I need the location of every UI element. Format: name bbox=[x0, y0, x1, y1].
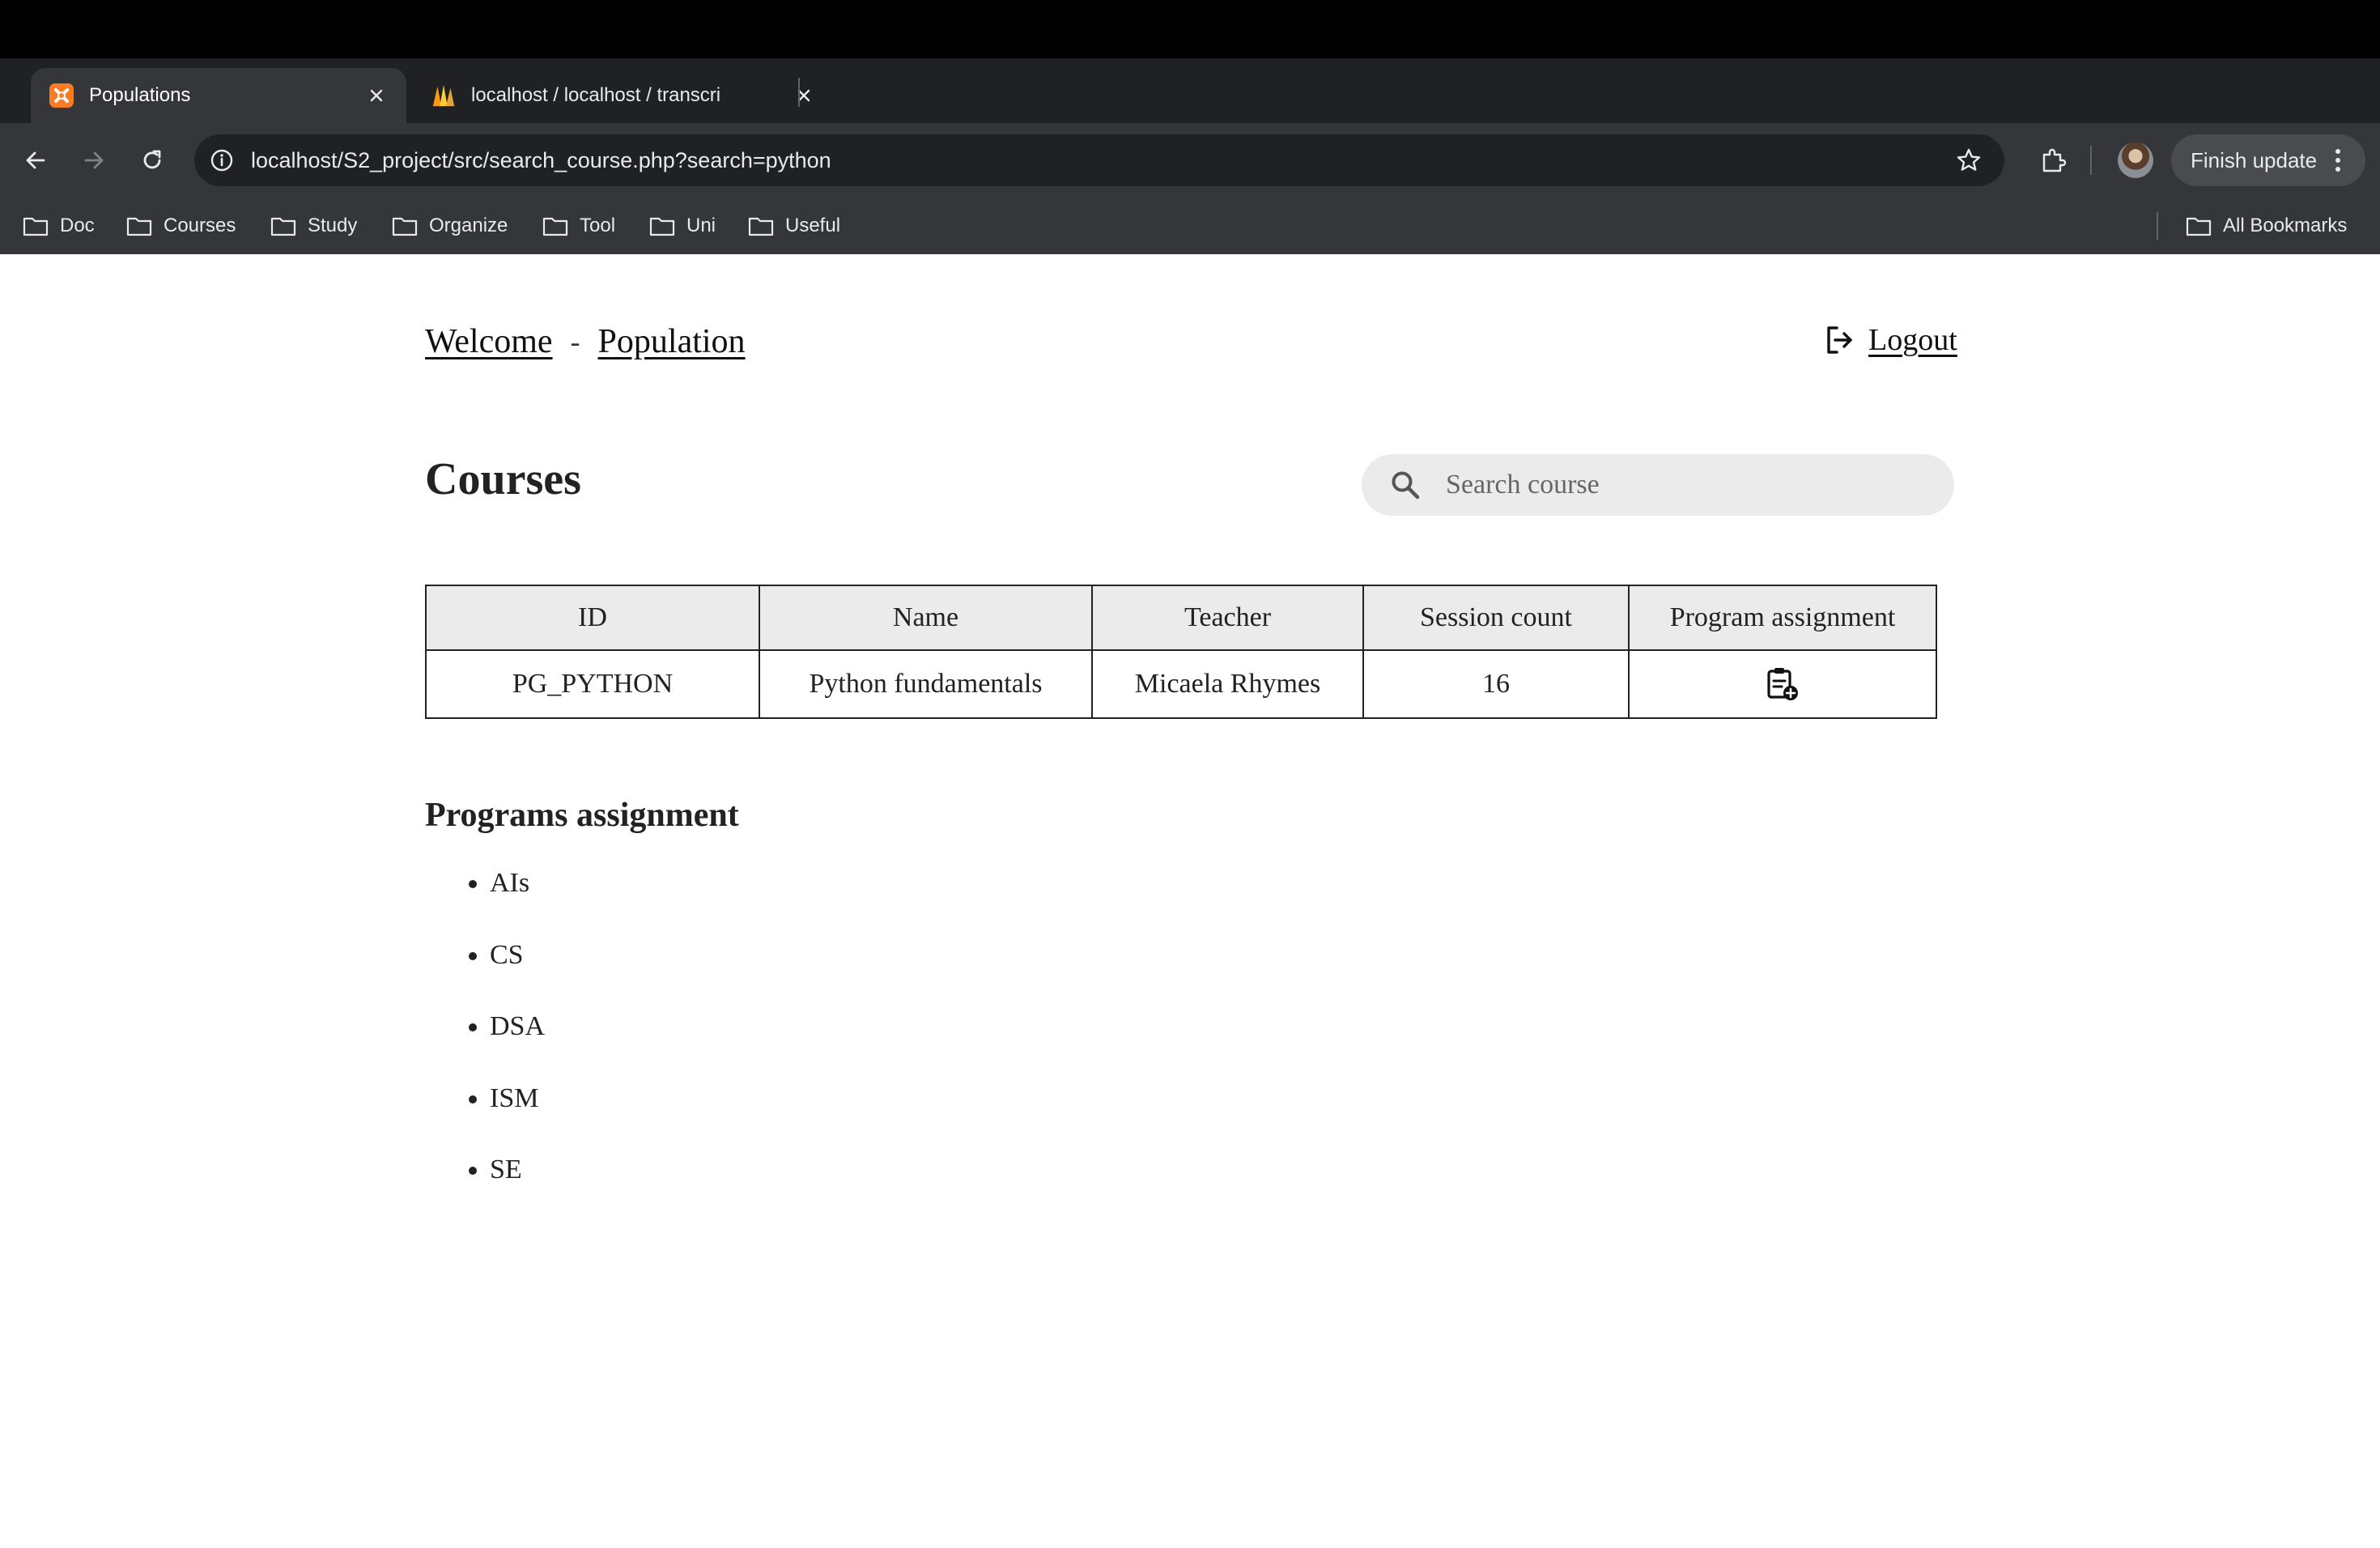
more-menu-icon bbox=[2325, 147, 2351, 173]
bookmarks-bar: Doc Courses Study Organize Tool Uni Usef… bbox=[0, 198, 2380, 254]
bookmark-folder-doc[interactable]: Doc bbox=[23, 198, 95, 254]
all-bookmarks-button[interactable]: All Bookmarks bbox=[2186, 198, 2347, 254]
bookmark-folder-useful[interactable]: Useful bbox=[748, 198, 840, 254]
cell-program-assignment bbox=[1628, 649, 1937, 719]
column-header-name: Name bbox=[759, 585, 1093, 651]
bookmark-label: Tool bbox=[580, 215, 616, 236]
bookmark-label: Useful bbox=[785, 215, 841, 236]
bookmark-label: Doc bbox=[60, 215, 95, 236]
folder-icon bbox=[392, 215, 418, 237]
population-link[interactable]: Population bbox=[598, 322, 746, 361]
xampp-icon bbox=[49, 83, 74, 108]
table-header-row: ID Name Teacher Session count Program as… bbox=[425, 585, 1937, 651]
address-bar[interactable]: localhost/S2_project/src/search_course.p… bbox=[194, 134, 2004, 186]
bookmark-folder-organize[interactable]: Organize bbox=[392, 198, 508, 254]
bookmark-label: Organize bbox=[429, 215, 508, 236]
browser-toolbar: localhost/S2_project/src/search_course.p… bbox=[0, 123, 2380, 198]
extensions-puzzle-icon[interactable] bbox=[2034, 141, 2072, 180]
course-search-box[interactable] bbox=[1362, 454, 1954, 516]
bookmark-folder-courses[interactable]: Courses bbox=[126, 198, 236, 254]
reload-button[interactable] bbox=[133, 141, 172, 180]
window-top-bar bbox=[0, 0, 2380, 58]
tab-populations[interactable]: Populations bbox=[31, 68, 406, 123]
cell-teacher: Micaela Rhymes bbox=[1091, 649, 1364, 719]
logout-control[interactable]: Logout bbox=[1823, 322, 1957, 358]
forward-button[interactable] bbox=[74, 141, 113, 180]
bookmark-star-icon[interactable] bbox=[1954, 146, 1983, 175]
folder-icon bbox=[270, 215, 296, 237]
bookmarks-divider bbox=[2157, 212, 2158, 240]
folder-icon bbox=[2186, 215, 2212, 237]
welcome-link[interactable]: Welcome bbox=[425, 322, 553, 361]
search-course-input[interactable] bbox=[1444, 469, 1901, 501]
column-header-program-assignment: Program assignment bbox=[1628, 585, 1937, 651]
cell-course-id: PG_PYTHON bbox=[425, 649, 760, 719]
page-content: Welcome - Population Logout Courses ID N… bbox=[0, 254, 2380, 1548]
bookmark-folder-uni[interactable]: Uni bbox=[649, 198, 716, 254]
cell-course-name: Python fundamentals bbox=[759, 649, 1093, 719]
logout-link[interactable]: Logout bbox=[1868, 322, 1957, 358]
folder-icon bbox=[542, 215, 568, 237]
back-button[interactable] bbox=[16, 141, 55, 180]
tab-close-icon[interactable] bbox=[792, 83, 816, 108]
logout-icon[interactable] bbox=[1823, 322, 1859, 358]
bookmark-label: Uni bbox=[686, 215, 716, 236]
tab-divider bbox=[798, 78, 800, 107]
phpmyadmin-icon bbox=[431, 83, 457, 108]
all-bookmarks-label: All Bookmarks bbox=[2223, 215, 2348, 236]
folder-icon bbox=[126, 215, 152, 237]
list-item: ISM bbox=[490, 1084, 545, 1157]
page-title: Courses bbox=[425, 454, 581, 504]
search-icon bbox=[1388, 467, 1423, 503]
tab-title: localhost / localhost / transcri bbox=[471, 84, 721, 106]
programs-list: AIs CS DSA ISM SE bbox=[425, 870, 545, 1228]
tab-title: Populations bbox=[89, 84, 191, 106]
folder-icon bbox=[649, 215, 675, 237]
top-nav: Welcome - Population bbox=[425, 322, 746, 361]
list-item: CS bbox=[490, 941, 545, 1014]
nav-separator: - bbox=[570, 325, 580, 358]
bookmark-folder-study[interactable]: Study bbox=[270, 198, 357, 254]
courses-table: ID Name Teacher Session count Program as… bbox=[425, 585, 1937, 719]
bookmark-label: Study bbox=[308, 215, 358, 236]
site-info-icon[interactable] bbox=[204, 142, 240, 178]
folder-icon bbox=[23, 215, 49, 237]
list-item: SE bbox=[490, 1156, 545, 1228]
bookmark-folder-tool[interactable]: Tool bbox=[542, 198, 615, 254]
cell-session-count: 16 bbox=[1362, 649, 1630, 719]
tab-strip: Populations localhost / localhost / tran… bbox=[0, 58, 2380, 168]
list-item: DSA bbox=[490, 1013, 545, 1085]
column-header-teacher: Teacher bbox=[1091, 585, 1364, 651]
clipboard-add-icon[interactable] bbox=[1765, 666, 1800, 702]
programs-assignment-heading: Programs assignment bbox=[425, 797, 739, 834]
list-item: AIs bbox=[490, 870, 545, 942]
toolbar-divider bbox=[2090, 146, 2092, 175]
finish-update-button[interactable]: Finish update bbox=[2171, 134, 2365, 186]
profile-avatar[interactable] bbox=[2118, 142, 2153, 178]
finish-update-label: Finish update bbox=[2191, 147, 2318, 172]
address-url: localhost/S2_project/src/search_course.p… bbox=[251, 147, 831, 172]
column-header-id: ID bbox=[425, 585, 760, 651]
table-row: PG_PYTHON Python fundamentals Micaela Rh… bbox=[425, 649, 1937, 719]
bookmark-label: Courses bbox=[164, 215, 236, 236]
folder-icon bbox=[748, 215, 774, 237]
column-header-session-count: Session count bbox=[1362, 585, 1630, 651]
tab-close-icon[interactable] bbox=[364, 83, 389, 108]
tab-phpmyadmin[interactable]: localhost / localhost / transcri bbox=[413, 68, 834, 123]
